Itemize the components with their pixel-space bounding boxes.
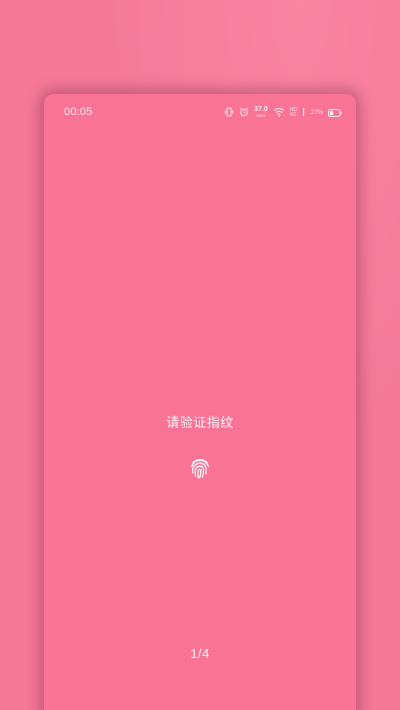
lock-screen-content: 请验证指纹 1/4: [44, 94, 356, 710]
page-indicator: 1/4: [190, 646, 210, 661]
phone-screen: 00:05 37.0 KB/S HD 4G 27% 请验证指纹 1/4: [44, 94, 356, 710]
fingerprint-prompt: 请验证指纹: [166, 415, 234, 430]
fingerprint-icon[interactable]: [188, 456, 212, 480]
